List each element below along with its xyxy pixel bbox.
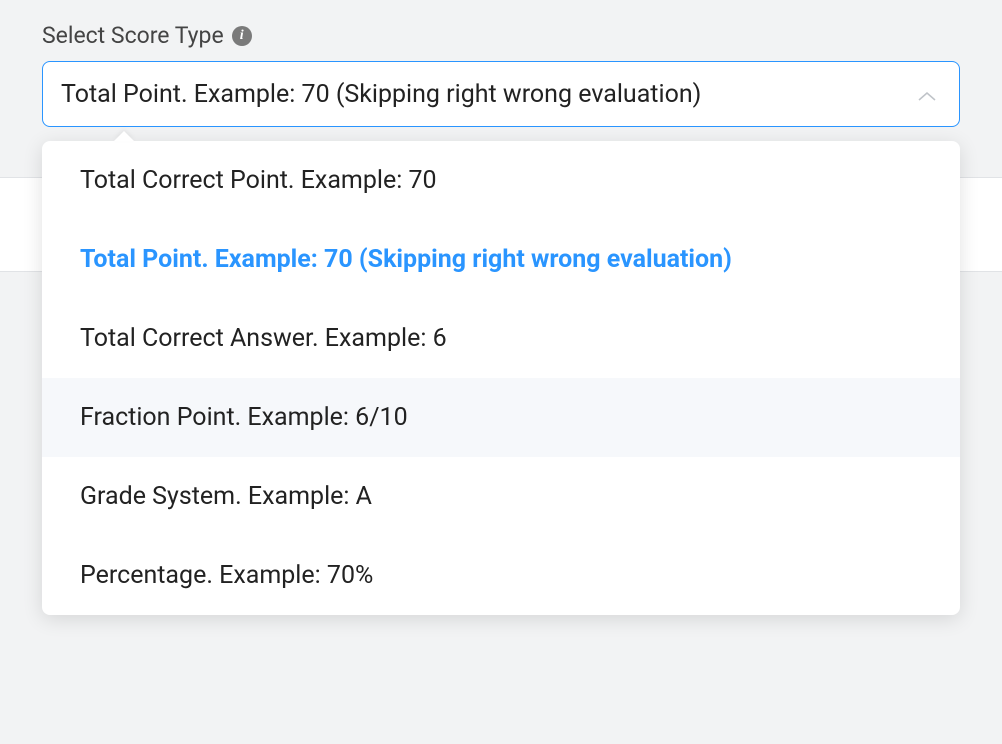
option-grade-system[interactable]: Grade System. Example: A: [42, 457, 960, 536]
option-fraction-point[interactable]: Fraction Point. Example: 6/10: [42, 378, 960, 457]
form-container: Select Score Type i Total Point. Example…: [0, 0, 1002, 127]
chevron-up-icon: [917, 88, 937, 100]
label-row: Select Score Type i: [42, 22, 960, 49]
option-total-point-skip[interactable]: Total Point. Example: 70 (Skipping right…: [42, 220, 960, 299]
info-icon[interactable]: i: [232, 26, 252, 46]
dropdown-arrow: [114, 131, 134, 141]
option-total-correct-answer[interactable]: Total Correct Answer. Example: 6: [42, 299, 960, 378]
dropdown-panel: Total Correct Point. Example: 70 Total P…: [42, 141, 960, 615]
field-label: Select Score Type: [42, 22, 224, 49]
score-type-select[interactable]: Total Point. Example: 70 (Skipping right…: [42, 61, 960, 127]
option-total-correct-point[interactable]: Total Correct Point. Example: 70: [42, 141, 960, 220]
selected-value-text: Total Point. Example: 70 (Skipping right…: [61, 80, 701, 109]
option-percentage[interactable]: Percentage. Example: 70%: [42, 536, 960, 615]
